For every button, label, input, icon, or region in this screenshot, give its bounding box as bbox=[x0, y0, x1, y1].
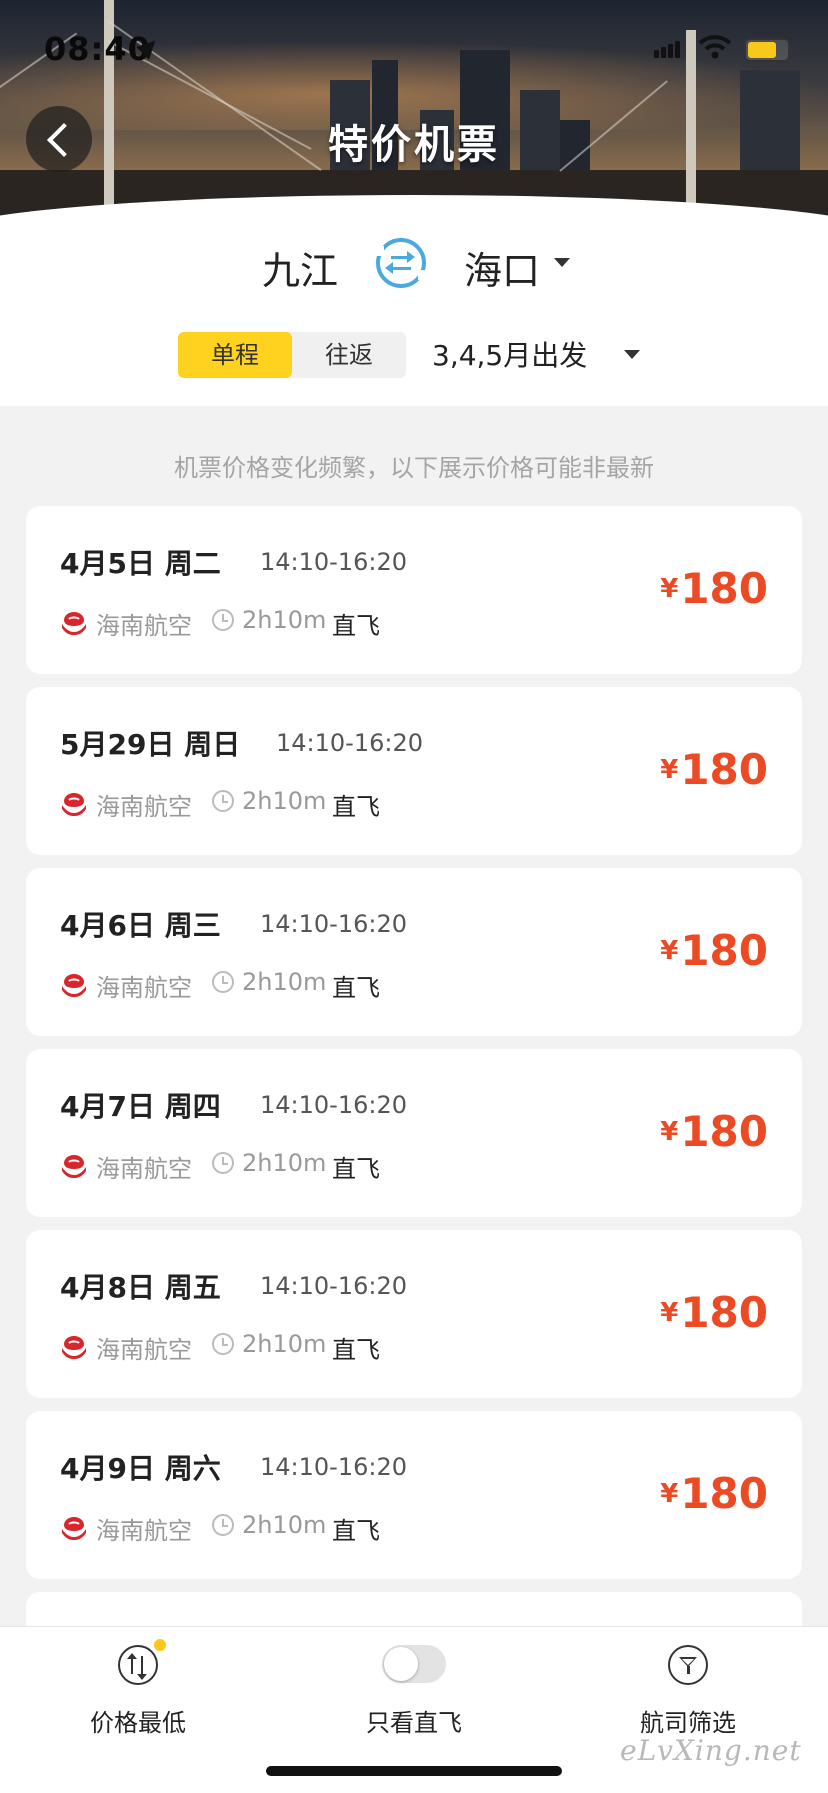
flight-type: 直飞 bbox=[332, 1155, 380, 1183]
price-value: 180 bbox=[680, 564, 768, 613]
active-dot bbox=[154, 1639, 166, 1651]
airline-name: 海南航空 bbox=[96, 974, 192, 1002]
flight-card[interactable]: 4月5日 周二 14:10-16:20 海南航空 2h10m 直飞 ¥180 bbox=[26, 506, 802, 674]
caret-down-icon[interactable] bbox=[554, 258, 570, 267]
flight-time: 14:10-16:20 bbox=[260, 548, 407, 576]
price-value: 180 bbox=[680, 1107, 768, 1156]
price-value: 180 bbox=[680, 926, 768, 975]
flight-price: ¥180 bbox=[660, 926, 768, 975]
hainan-airlines-logo-icon bbox=[62, 974, 86, 997]
trip-type-segmented: 单程 往返 bbox=[178, 332, 406, 378]
to-city[interactable]: 海口 bbox=[464, 240, 540, 295]
airline-filter-button[interactable]: 航司筛选 bbox=[588, 1627, 788, 1747]
airline-name: 海南航空 bbox=[96, 1155, 192, 1183]
flight-duration: 2h10m bbox=[242, 1511, 327, 1539]
flight-type: 直飞 bbox=[332, 612, 380, 640]
currency-symbol: ¥ bbox=[660, 574, 679, 604]
flight-duration: 2h10m bbox=[242, 606, 327, 634]
flight-type: 直飞 bbox=[332, 1517, 380, 1545]
flight-type: 直飞 bbox=[332, 1336, 380, 1364]
round-trip-tab[interactable]: 往返 bbox=[292, 332, 406, 378]
flight-time: 14:10-16:20 bbox=[276, 729, 423, 757]
route-panel: 九江 海口 单程 往返 3,4,5月出发 bbox=[0, 218, 828, 406]
currency-symbol: ¥ bbox=[660, 1479, 679, 1509]
clock-icon bbox=[212, 609, 234, 631]
flight-date: 4月7日 周四 bbox=[60, 1090, 221, 1123]
flight-card[interactable]: 4月9日 周六 14:10-16:20 海南航空 2h10m 直飞 ¥180 bbox=[26, 1411, 802, 1579]
airline-name: 海南航空 bbox=[96, 1517, 192, 1545]
price-notice: 机票价格变化频繁，以下展示价格可能非最新 bbox=[174, 454, 654, 482]
flight-price: ¥180 bbox=[660, 564, 768, 613]
flight-price: ¥180 bbox=[660, 1107, 768, 1156]
cellular-signal-icon bbox=[654, 40, 680, 58]
price-value: 180 bbox=[680, 745, 768, 794]
sort-icon bbox=[118, 1645, 158, 1685]
flight-price: ¥180 bbox=[660, 1469, 768, 1518]
flight-duration: 2h10m bbox=[242, 1149, 327, 1177]
direct-only-toggle[interactable]: 只看直飞 bbox=[314, 1627, 514, 1747]
hainan-airlines-logo-icon bbox=[62, 793, 86, 816]
filter-icon bbox=[668, 1645, 708, 1685]
one-way-tab[interactable]: 单程 bbox=[178, 332, 292, 378]
swap-cities-button[interactable] bbox=[374, 238, 428, 288]
clock-icon bbox=[212, 1152, 234, 1174]
from-city[interactable]: 九江 bbox=[262, 240, 338, 295]
flight-type: 直飞 bbox=[332, 974, 380, 1002]
flight-price: ¥180 bbox=[660, 1288, 768, 1337]
flight-price: ¥180 bbox=[660, 745, 768, 794]
hainan-airlines-logo-icon bbox=[62, 1336, 86, 1359]
departure-month-select[interactable]: 3,4,5月出发 bbox=[432, 334, 587, 374]
airline-name: 海南航空 bbox=[96, 793, 192, 821]
clock-icon bbox=[212, 790, 234, 812]
currency-symbol: ¥ bbox=[660, 755, 679, 785]
flight-date: 5月29日 周日 bbox=[60, 728, 241, 761]
airline-name: 海南航空 bbox=[96, 1336, 192, 1364]
clock-icon bbox=[212, 971, 234, 993]
watermark: eLvXing.net bbox=[620, 1734, 802, 1767]
price-value: 180 bbox=[680, 1288, 768, 1337]
clock-icon bbox=[212, 1333, 234, 1355]
currency-symbol: ¥ bbox=[660, 936, 679, 966]
currency-symbol: ¥ bbox=[660, 1117, 679, 1147]
toggle-switch[interactable] bbox=[382, 1645, 446, 1683]
flight-date: 4月6日 周三 bbox=[60, 909, 221, 942]
flight-card[interactable]: 5月29日 周日 14:10-16:20 海南航空 2h10m 直飞 ¥180 bbox=[26, 687, 802, 855]
status-bar: 08:40 bbox=[0, 0, 828, 96]
flight-card[interactable]: 4月8日 周五 14:10-16:20 海南航空 2h10m 直飞 ¥180 bbox=[26, 1230, 802, 1398]
flight-time: 14:10-16:20 bbox=[260, 910, 407, 938]
flight-date: 4月8日 周五 bbox=[60, 1271, 221, 1304]
caret-down-icon[interactable] bbox=[624, 350, 640, 359]
hainan-airlines-logo-icon bbox=[62, 1517, 86, 1540]
hainan-airlines-logo-icon bbox=[62, 612, 86, 635]
currency-symbol: ¥ bbox=[660, 1298, 679, 1328]
wifi-icon bbox=[698, 35, 732, 59]
status-time: 08:40 bbox=[44, 30, 151, 68]
battery-icon bbox=[744, 38, 794, 62]
sort-label: 价格最低 bbox=[90, 1709, 186, 1737]
flight-date: 4月9日 周六 bbox=[60, 1452, 221, 1485]
flight-duration: 2h10m bbox=[242, 968, 327, 996]
flight-time: 14:10-16:20 bbox=[260, 1453, 407, 1481]
direct-only-label: 只看直飞 bbox=[366, 1709, 462, 1737]
price-value: 180 bbox=[680, 1469, 768, 1518]
hainan-airlines-logo-icon bbox=[62, 1155, 86, 1178]
airline-filter-label: 航司筛选 bbox=[640, 1709, 736, 1737]
home-indicator[interactable] bbox=[266, 1766, 562, 1776]
flight-time: 14:10-16:20 bbox=[260, 1272, 407, 1300]
flight-card[interactable]: 4月7日 周四 14:10-16:20 海南航空 2h10m 直飞 ¥180 bbox=[26, 1049, 802, 1217]
airline-name: 海南航空 bbox=[96, 612, 192, 640]
page-title: 特价机票 bbox=[328, 122, 500, 168]
clock-icon bbox=[212, 1514, 234, 1536]
flight-duration: 2h10m bbox=[242, 1330, 327, 1358]
flight-type: 直飞 bbox=[332, 793, 380, 821]
sort-lowest-price-button[interactable]: 价格最低 bbox=[38, 1627, 238, 1747]
flight-time: 14:10-16:20 bbox=[260, 1091, 407, 1119]
flight-card[interactable]: 4月6日 周三 14:10-16:20 海南航空 2h10m 直飞 ¥180 bbox=[26, 868, 802, 1036]
flight-duration: 2h10m bbox=[242, 787, 327, 815]
flight-date: 4月5日 周二 bbox=[60, 547, 221, 580]
